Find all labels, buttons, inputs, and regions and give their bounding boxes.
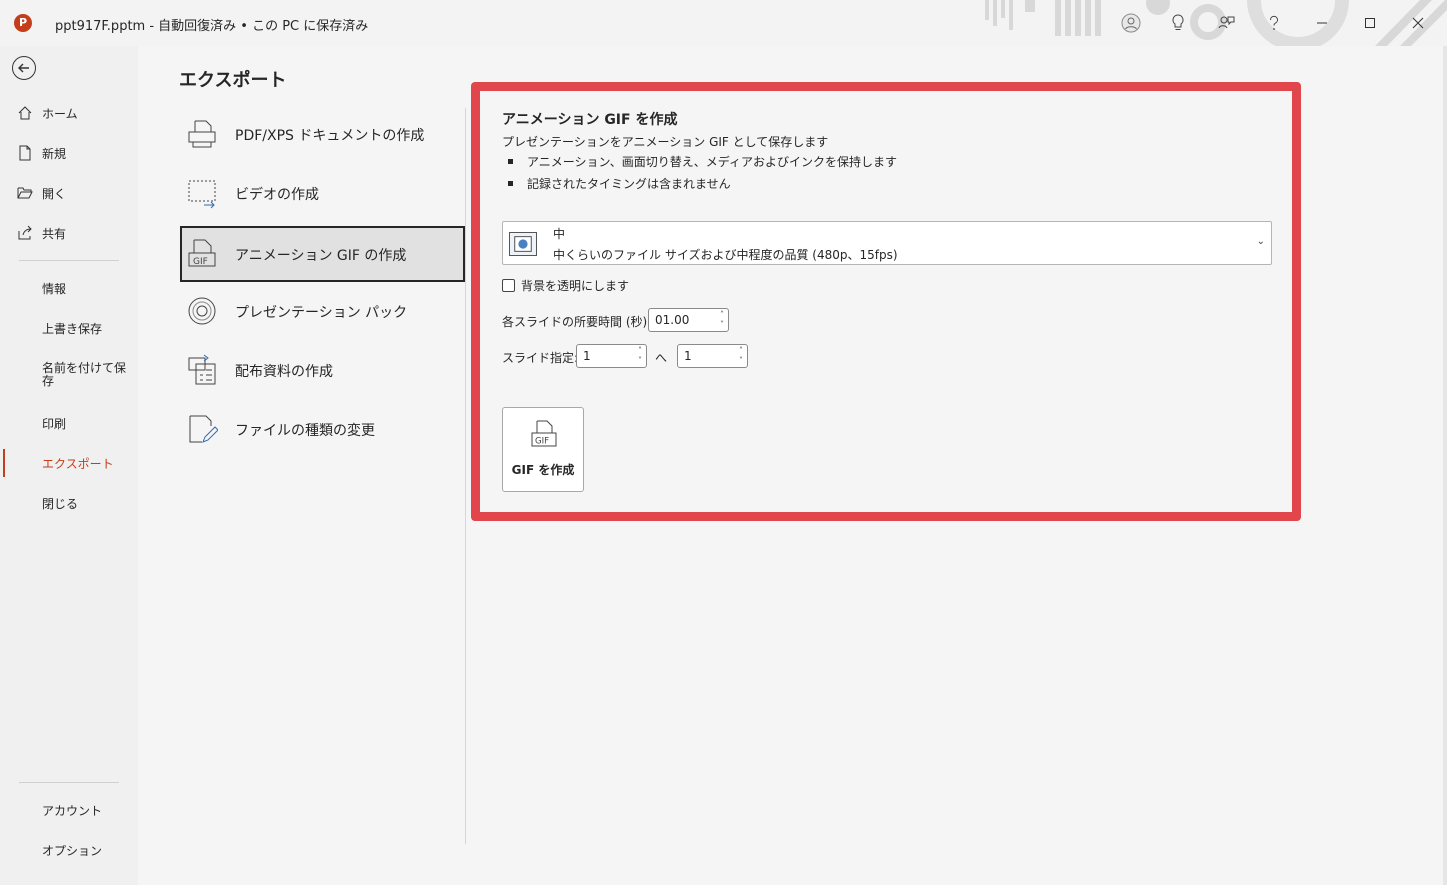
video-icon	[188, 180, 216, 209]
maximize-icon[interactable]	[1358, 11, 1382, 35]
nav-item-label: 共有	[42, 226, 67, 241]
nav-item-print[interactable]: 印刷	[0, 405, 138, 441]
open-folder-icon	[17, 187, 33, 199]
pdf-document-icon	[188, 120, 216, 148]
gif-icon: GIF	[531, 420, 557, 447]
export-option-pdf[interactable]: PDF/XPS ドキュメントの作成	[180, 106, 465, 162]
panel-divider	[465, 108, 466, 844]
nav-item-export[interactable]: エクスポート	[0, 445, 138, 481]
slide-range-separator: へ	[655, 351, 668, 365]
slide-to-spinner[interactable]: 1 ˄ ˅	[677, 344, 748, 368]
nav-item-options[interactable]: オプション	[0, 832, 138, 868]
nav-item-label: 上書き保存	[42, 321, 103, 336]
nav-divider	[19, 260, 119, 261]
spinner-arrows-icon[interactable]: ˄ ˅	[720, 310, 724, 330]
slide-from-value: 1	[583, 349, 591, 363]
export-option-label: アニメーション GIF の作成	[235, 248, 407, 264]
share-icon	[18, 225, 32, 240]
nav-item-save-as[interactable]: 名前を付けて保存	[0, 358, 138, 394]
export-option-label: 配布資料の作成	[235, 364, 333, 380]
close-icon[interactable]	[1406, 11, 1430, 35]
back-arrow-icon[interactable]	[12, 56, 36, 80]
gif-icon: GIF	[188, 239, 216, 267]
slides-label: スライド指定:	[502, 351, 579, 365]
panel-description: プレゼンテーションをアニメーション GIF として保存します	[502, 135, 829, 149]
nav-item-close[interactable]: 閉じる	[0, 485, 138, 521]
page-title: エクスポート	[179, 70, 287, 91]
spinner-arrows-icon[interactable]: ˄ ˅	[739, 346, 743, 366]
nav-item-label: 開く	[42, 186, 67, 201]
quality-name: 中	[553, 227, 566, 241]
handout-icon	[188, 354, 216, 385]
export-option-change-type[interactable]: ファイルの種類の変更	[180, 401, 465, 457]
nav-item-new[interactable]: 新規	[0, 135, 138, 171]
new-document-icon	[19, 145, 31, 161]
slide-from-spinner[interactable]: 1 ˄ ˅	[576, 344, 647, 368]
nav-item-info[interactable]: 情報	[0, 270, 138, 306]
chevron-down-icon: ⌄	[1256, 236, 1265, 247]
quality-icon	[509, 232, 537, 256]
powerpoint-icon: P	[14, 14, 32, 32]
cd-package-icon	[188, 297, 216, 325]
nav-item-label: アカウント	[42, 803, 103, 818]
duration-value: 01.00	[655, 313, 690, 327]
export-option-gif[interactable]: GIF アニメーション GIF の作成	[180, 226, 465, 282]
export-option-package[interactable]: プレゼンテーション パック	[180, 283, 465, 339]
export-option-video[interactable]: ビデオの作成	[180, 165, 465, 221]
nav-item-label: 情報	[42, 281, 67, 296]
nav-divider	[19, 782, 119, 783]
svg-text:GIF: GIF	[535, 437, 549, 447]
panel-title: アニメーション GIF を作成	[502, 112, 678, 128]
nav-item-label: 閉じる	[42, 496, 79, 511]
document-title: ppt917F.pptm - 自動回復済み • この PC に保存済み	[55, 19, 369, 34]
lightbulb-icon[interactable]	[1166, 11, 1190, 35]
nav-item-save[interactable]: 上書き保存	[0, 310, 138, 346]
spinner-arrows-icon[interactable]: ˄ ˅	[638, 346, 642, 366]
account-icon[interactable]	[1119, 11, 1143, 35]
svg-text:GIF: GIF	[193, 257, 208, 267]
export-option-label: PDF/XPS ドキュメントの作成	[235, 128, 425, 144]
window-edge	[1443, 46, 1447, 885]
export-option-handout[interactable]: 配布資料の作成	[180, 342, 465, 398]
export-option-label: ビデオの作成	[235, 187, 319, 203]
slide-to-value: 1	[684, 349, 692, 363]
transparent-background-label: 背景を透明にします	[521, 278, 630, 293]
quality-detail: 中くらいのファイル サイズおよび中程度の品質 (480p、15fps)	[553, 248, 898, 262]
create-gif-label: GIF を作成	[511, 463, 575, 477]
panel-bullet: アニメーション、画面切り替え、メディアおよびインクを保持します	[508, 153, 897, 170]
nav-item-label: 新規	[42, 146, 67, 161]
help-icon[interactable]	[1262, 11, 1286, 35]
nav-item-label: 印刷	[42, 416, 67, 431]
duration-spinner[interactable]: 01.00 ˄ ˅	[648, 308, 729, 332]
transparent-background-option[interactable]: 背景を透明にします	[502, 277, 629, 293]
duration-label: 各スライドの所要時間 (秒):	[502, 315, 652, 329]
minimize-icon[interactable]	[1310, 11, 1334, 35]
nav-item-account[interactable]: アカウント	[0, 792, 138, 828]
backstage-nav: ホーム 新規 開く 共有 情報 上書き保存 名前を付けて保存 印刷 エクスポート…	[0, 46, 138, 885]
feedback-icon[interactable]	[1214, 11, 1238, 35]
title-bar: P ppt917F.pptm - 自動回復済み • この PC に保存済み	[0, 0, 1447, 46]
export-option-label: ファイルの種類の変更	[235, 423, 375, 439]
nav-item-share[interactable]: 共有	[0, 215, 138, 251]
file-type-change-icon	[189, 415, 218, 443]
nav-item-label: ホーム	[42, 106, 78, 121]
export-option-label: プレゼンテーション パック	[235, 305, 408, 321]
nav-item-label: 名前を付けて保存	[42, 361, 127, 388]
nav-item-home[interactable]: ホーム	[0, 95, 138, 131]
transparent-background-checkbox[interactable]	[502, 278, 515, 292]
nav-item-label: オプション	[42, 843, 103, 858]
nav-item-open[interactable]: 開く	[0, 175, 138, 211]
home-icon	[18, 106, 32, 120]
quality-dropdown[interactable]: 中 中くらいのファイル サイズおよび中程度の品質 (480p、15fps) ⌄	[502, 221, 1272, 265]
panel-bullet: 記録されたタイミングは含まれません	[508, 175, 731, 192]
nav-item-label: エクスポート	[42, 456, 114, 471]
create-gif-button[interactable]: GIF GIF を作成	[502, 407, 584, 492]
